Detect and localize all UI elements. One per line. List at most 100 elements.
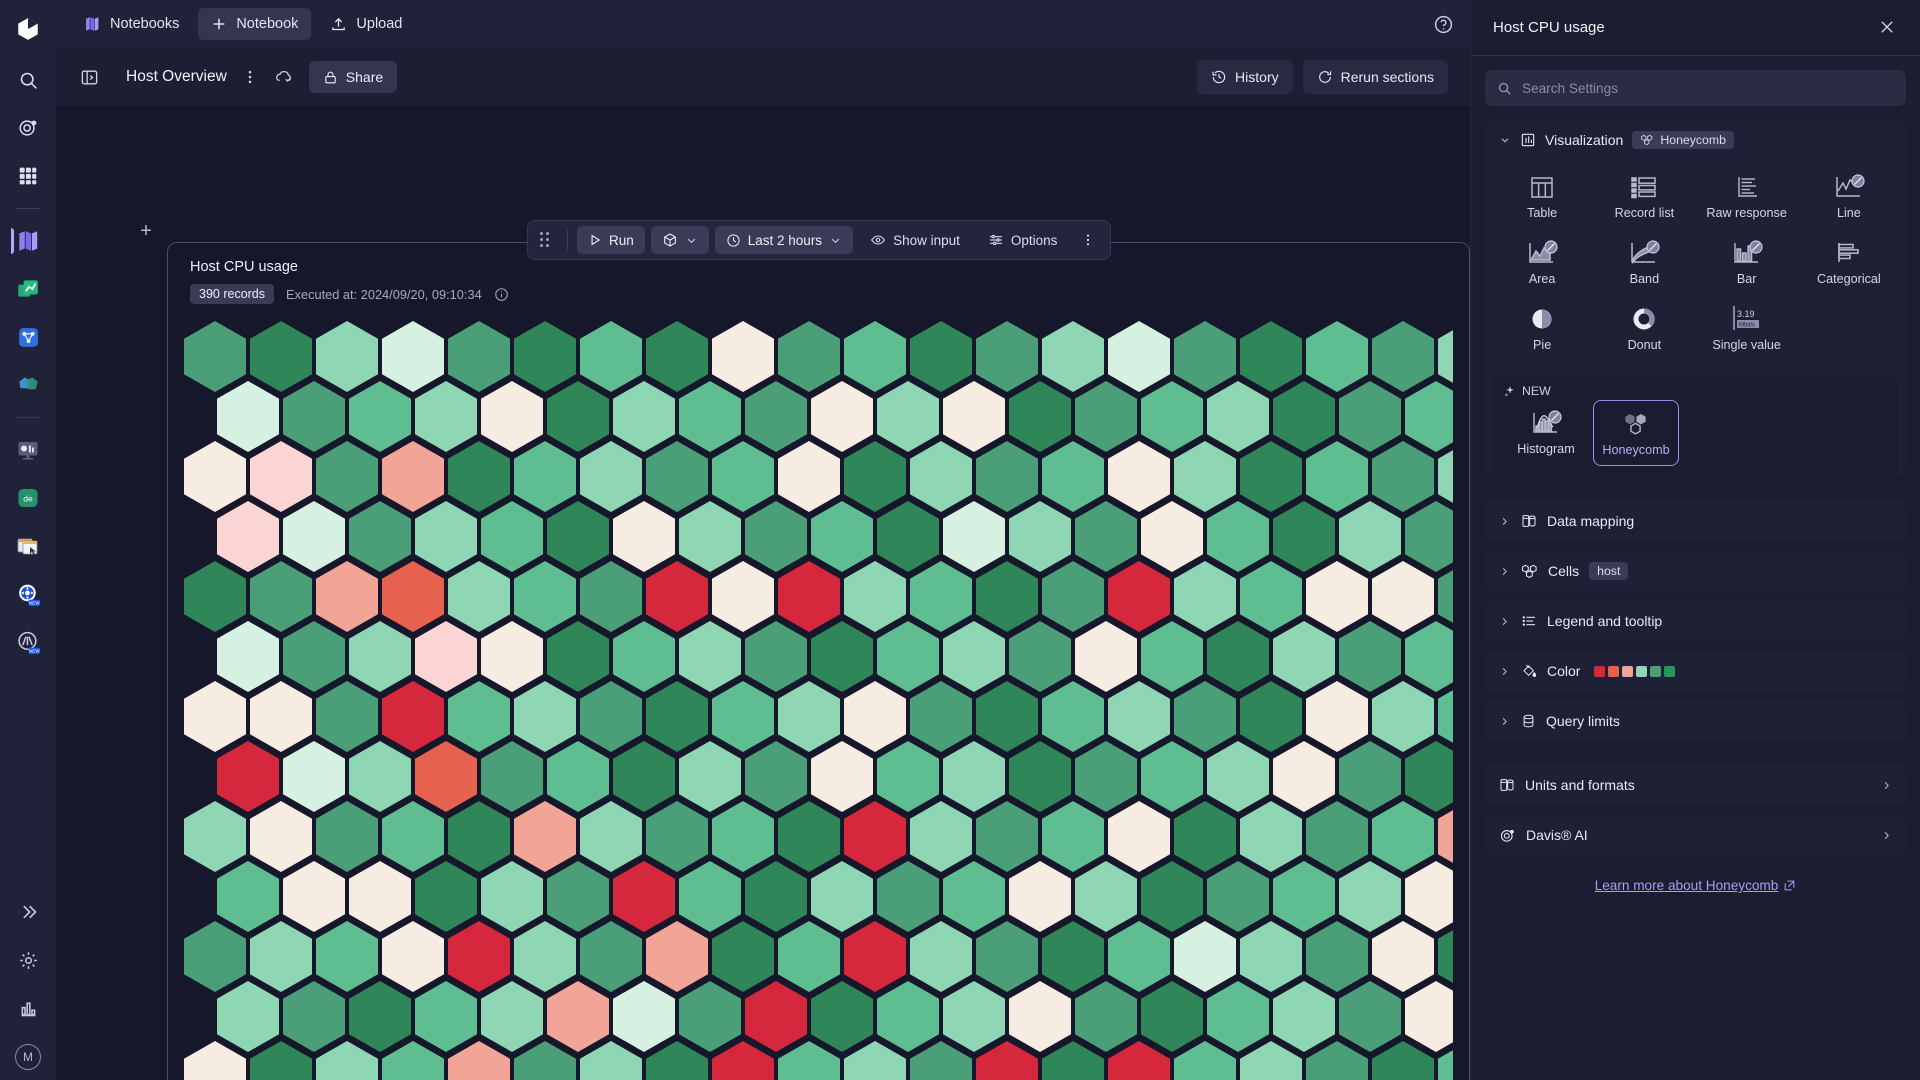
davis-ai-icon[interactable] <box>11 111 45 145</box>
viz-type-categorical[interactable]: Categorical <box>1798 230 1900 296</box>
honeycomb-cell[interactable] <box>910 1041 972 1080</box>
honeycomb-cell[interactable] <box>844 1041 906 1080</box>
current-visualization-chip[interactable]: Honeycomb <box>1632 131 1734 149</box>
honeycomb-cell[interactable] <box>1372 1041 1434 1080</box>
settings-app-icon[interactable]: NEW <box>11 577 45 611</box>
group-legend-tooltip[interactable]: Legend and tooltip <box>1485 600 1906 642</box>
show-input-button[interactable]: Show input <box>859 226 971 254</box>
viz-type-pie[interactable]: Pie <box>1491 296 1593 362</box>
honeycomb-cell[interactable] <box>1306 1041 1368 1080</box>
honeycomb-cell[interactable] <box>976 1041 1038 1080</box>
run-button[interactable]: Run <box>577 226 645 254</box>
sessions-app-icon[interactable] <box>11 529 45 563</box>
visualization-group: Visualization Honeycomb <box>1485 120 1906 476</box>
honeycomb-cell[interactable] <box>514 1041 576 1080</box>
honeycomb-cell[interactable] <box>448 1041 510 1080</box>
svg-text:Mbit/s: Mbit/s <box>1739 322 1755 328</box>
nav-new-notebook[interactable]: Notebook <box>198 8 311 40</box>
viz-type-line[interactable]: Line <box>1798 164 1900 230</box>
more-vertical-icon[interactable] <box>239 66 261 88</box>
viz-type-bar[interactable]: Bar <box>1696 230 1798 296</box>
rerun-sections-button[interactable]: Rerun sections <box>1303 60 1448 94</box>
nav-upload[interactable]: Upload <box>317 8 415 40</box>
viz-type-raw-response[interactable]: Raw response <box>1696 164 1798 230</box>
notebooks-app-icon[interactable] <box>11 224 45 258</box>
section-meta: 390 records Executed at: 2024/09/20, 09:… <box>190 284 1447 304</box>
workflows-app-icon[interactable]: NEW <box>11 625 45 659</box>
viz-type-donut[interactable]: Donut <box>1593 296 1695 362</box>
viz-type-single-value-label: Single value <box>1712 338 1781 352</box>
honeycomb-cell[interactable] <box>778 1041 840 1080</box>
viz-type-single-value[interactable]: 3.19 Mbit/s Single value <box>1696 296 1798 362</box>
line-chart-icon <box>1832 172 1866 202</box>
honeycomb-cell[interactable] <box>1240 1041 1302 1080</box>
viz-type-record-list[interactable]: Record list <box>1593 164 1695 230</box>
color-swatch-1 <box>1594 666 1605 677</box>
expand-rail-icon[interactable] <box>11 895 45 929</box>
options-button[interactable]: Options <box>977 226 1069 254</box>
honeycomb-cell[interactable] <box>580 1041 642 1080</box>
honeycomb-cell[interactable] <box>712 1041 774 1080</box>
honeycomb-cell[interactable] <box>1042 1041 1104 1080</box>
clock-icon <box>726 233 741 248</box>
toolbar-more-button[interactable] <box>1074 226 1102 254</box>
honeycomb-cell[interactable] <box>184 1041 246 1080</box>
dashboards-app-icon[interactable] <box>11 272 45 306</box>
user-avatar[interactable]: M <box>15 1044 41 1070</box>
link-units-and-formats[interactable]: Units and formats <box>1485 764 1906 806</box>
viz-type-line-label: Line <box>1837 206 1861 220</box>
group-color[interactable]: Color <box>1485 650 1906 692</box>
monitor-app-icon[interactable] <box>11 433 45 467</box>
drag-grip-icon[interactable] <box>540 232 554 248</box>
viz-type-band[interactable]: Band <box>1593 230 1695 296</box>
chevron-down-icon <box>1499 134 1511 146</box>
notebook-section[interactable]: Host CPU usage 390 records Executed at: … <box>167 242 1470 1080</box>
close-icon[interactable] <box>1878 18 1898 38</box>
search-icon <box>1497 81 1512 96</box>
panel-toggle-icon[interactable] <box>78 66 100 88</box>
help-circle-icon[interactable] <box>1430 11 1456 37</box>
viz-type-histogram[interactable]: Histogram <box>1503 400 1589 466</box>
honeycomb-cell[interactable] <box>382 1041 444 1080</box>
de-app-icon[interactable]: de <box>11 481 45 515</box>
viz-type-table[interactable]: Table <box>1491 164 1593 230</box>
honeycomb-cell[interactable] <box>250 1041 312 1080</box>
honeycomb-cell[interactable] <box>1174 1041 1236 1080</box>
apps-grid-icon[interactable] <box>11 159 45 193</box>
rail-divider-2 <box>15 417 41 418</box>
datasource-selector[interactable] <box>651 226 709 254</box>
honeycomb-cell[interactable] <box>646 1041 708 1080</box>
cells-dimension-chip[interactable]: host <box>1589 562 1628 580</box>
usage-chart-icon[interactable] <box>11 991 45 1025</box>
link-davis-ai[interactable]: Davis® AI <box>1485 814 1906 856</box>
area-chart-icon <box>1525 238 1559 268</box>
history-button[interactable]: History <box>1197 60 1293 94</box>
smartscape-app-icon[interactable] <box>11 320 45 354</box>
group-cells-label: Cells <box>1548 563 1579 579</box>
plus-icon <box>211 16 227 32</box>
viz-type-honeycomb[interactable]: Honeycomb <box>1593 400 1679 466</box>
product-logo-icon[interactable] <box>11 12 45 46</box>
kubernetes-app-icon[interactable] <box>11 368 45 402</box>
honeycomb-icon <box>1521 564 1538 579</box>
add-section-top-button[interactable]: + <box>135 220 157 242</box>
search-icon[interactable] <box>11 63 45 97</box>
new-visualizations-row: Histogram Honeycomb <box>1503 400 1888 466</box>
learn-more-link[interactable]: Learn more about Honeycomb <box>1595 878 1797 893</box>
share-button[interactable]: Share <box>309 61 397 93</box>
honeycomb-chart[interactable] <box>184 321 1453 1080</box>
timeframe-selector[interactable]: Last 2 hours <box>715 226 853 254</box>
gear-icon[interactable] <box>11 943 45 977</box>
honeycomb-cell[interactable] <box>316 1041 378 1080</box>
group-cells[interactable]: Cells host <box>1485 550 1906 592</box>
group-query-limits[interactable]: Query limits <box>1485 700 1906 742</box>
viz-type-area[interactable]: Area <box>1491 230 1593 296</box>
info-icon[interactable] <box>494 287 509 302</box>
visualization-group-header[interactable]: Visualization Honeycomb <box>1485 120 1906 160</box>
run-label: Run <box>609 233 634 248</box>
nav-notebooks[interactable]: Notebooks <box>70 8 192 40</box>
search-settings-field[interactable] <box>1485 70 1906 106</box>
honeycomb-cell[interactable] <box>1108 1041 1170 1080</box>
group-data-mapping[interactable]: Data mapping <box>1485 500 1906 542</box>
search-input[interactable] <box>1522 81 1894 96</box>
